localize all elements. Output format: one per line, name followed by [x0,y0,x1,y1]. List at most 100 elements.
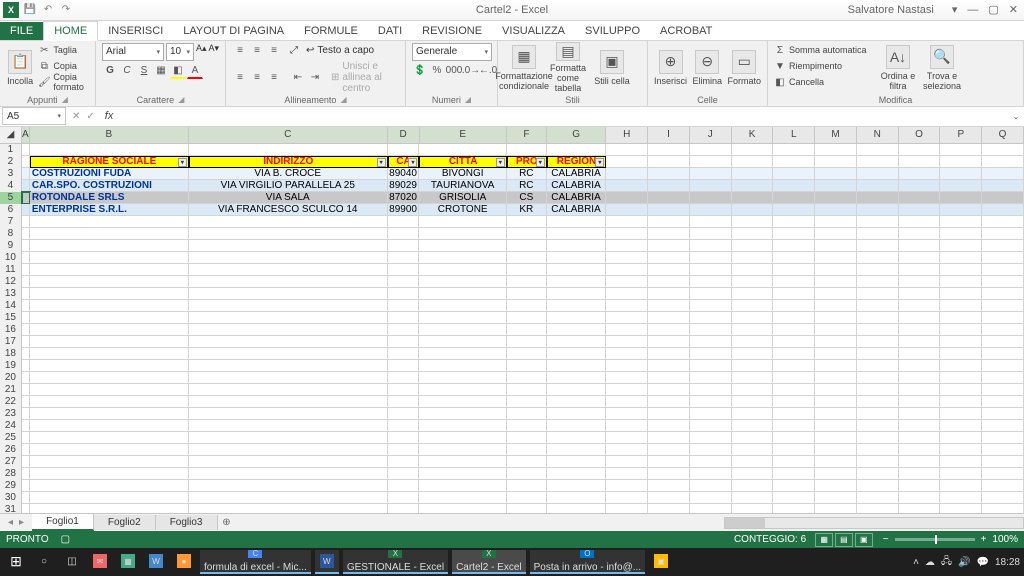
cell[interactable] [30,492,189,504]
cell[interactable] [690,300,732,312]
cell[interactable]: INDIRIZZO▾ [189,156,388,168]
cell[interactable] [388,276,420,288]
cell[interactable] [22,480,30,492]
cell[interactable] [690,144,732,156]
cell[interactable] [606,456,648,468]
cell[interactable] [940,360,982,372]
cell[interactable] [648,492,690,504]
increase-indent-icon[interactable]: ⇥ [307,69,323,85]
cell[interactable] [547,312,607,324]
view-page-break-icon[interactable]: ▣ [855,533,873,547]
cell[interactable] [940,180,982,192]
cell[interactable] [507,144,547,156]
cell[interactable] [815,492,857,504]
cell[interactable] [899,420,941,432]
cell[interactable] [30,312,189,324]
tab-inserisci[interactable]: INSERISCI [98,22,173,40]
cell[interactable] [388,336,420,348]
col-header[interactable]: P [940,127,982,143]
cell[interactable] [940,252,982,264]
tray-up-icon[interactable]: ˄ [913,557,919,568]
cell[interactable] [732,252,774,264]
italic-button[interactable]: C [119,63,135,79]
cell[interactable] [388,360,420,372]
cell[interactable] [547,336,607,348]
cell[interactable] [419,348,506,360]
bold-button[interactable]: G [102,63,118,79]
number-format-select[interactable]: Generale▾ [412,43,492,61]
cell[interactable] [419,468,506,480]
cell[interactable] [507,504,547,513]
cell[interactable] [732,204,774,216]
cancel-formula-icon[interactable]: ✕ [72,111,80,122]
minimize-icon[interactable]: — [967,4,978,16]
cell[interactable] [690,288,732,300]
cell[interactable]: CROTONE [419,204,506,216]
cell[interactable] [606,228,648,240]
cell[interactable] [982,192,1024,204]
cell[interactable] [606,264,648,276]
cell[interactable] [547,360,607,372]
cell[interactable] [815,264,857,276]
cell[interactable] [507,408,547,420]
row-header[interactable]: 17 [0,336,22,348]
cell[interactable] [648,252,690,264]
cell[interactable] [982,288,1024,300]
row-header[interactable]: 13 [0,288,22,300]
cell[interactable] [732,180,774,192]
cell[interactable] [690,396,732,408]
row-header[interactable]: 3 [0,168,22,180]
cell[interactable] [773,300,815,312]
cell[interactable] [982,444,1024,456]
cell[interactable] [732,444,774,456]
cell[interactable] [773,420,815,432]
add-sheet-button[interactable]: ⊕ [218,517,236,528]
cell[interactable] [899,360,941,372]
formula-input[interactable] [119,107,1008,125]
cell[interactable] [857,192,899,204]
cell[interactable] [30,288,189,300]
cell[interactable] [899,408,941,420]
cell[interactable] [940,144,982,156]
cell[interactable] [773,432,815,444]
cell[interactable] [982,228,1024,240]
cell[interactable]: VIA FRANCESCO SCULCO 14 [189,204,388,216]
tab-sviluppo[interactable]: SVILUPPO [575,22,650,40]
cell[interactable] [419,492,506,504]
cell[interactable] [388,492,420,504]
cell[interactable] [606,408,648,420]
zoom-in-icon[interactable]: + [981,534,987,545]
cell[interactable] [22,408,30,420]
cell[interactable] [857,288,899,300]
cell[interactable] [982,384,1024,396]
cell[interactable] [388,420,420,432]
cell[interactable] [648,288,690,300]
cell[interactable] [732,408,774,420]
cell[interactable]: KR [507,204,547,216]
cell[interactable] [606,300,648,312]
cell[interactable] [899,312,941,324]
cell[interactable] [22,324,30,336]
cell[interactable] [899,180,941,192]
cell[interactable] [815,192,857,204]
cell[interactable] [507,480,547,492]
cell[interactable] [30,468,189,480]
cell[interactable] [899,156,941,168]
cell[interactable] [815,504,857,513]
row-header[interactable]: 18 [0,348,22,360]
cell[interactable] [732,264,774,276]
cell[interactable] [940,288,982,300]
cell[interactable] [507,456,547,468]
font-name-select[interactable]: Arial▾ [102,43,164,61]
cell[interactable] [857,156,899,168]
cell[interactable] [940,372,982,384]
cell[interactable] [606,180,648,192]
cell[interactable]: BIVONGI [419,168,506,180]
cell[interactable] [690,312,732,324]
row-header[interactable]: 20 [0,372,22,384]
col-header[interactable]: M [815,127,857,143]
cell[interactable] [732,468,774,480]
cell[interactable] [773,276,815,288]
align-right-icon[interactable]: ≡ [266,69,282,85]
cell[interactable] [773,324,815,336]
